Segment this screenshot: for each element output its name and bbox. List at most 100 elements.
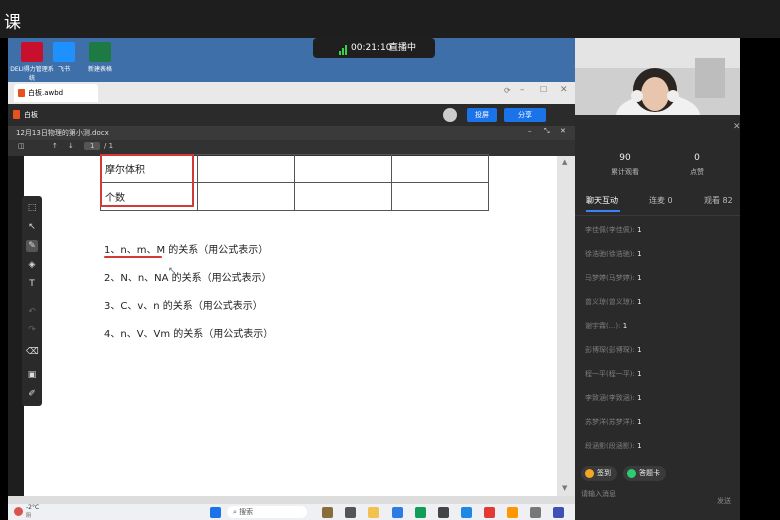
signin-icon (585, 469, 594, 478)
app-icon-camera[interactable] (530, 507, 541, 518)
undo-icon[interactable]: ↶ (26, 306, 38, 318)
document-title: 12月13日物理的第小测.docx (16, 129, 109, 137)
table-cell (197, 154, 295, 183)
send-button[interactable]: 发送 (717, 496, 731, 506)
signal-icon (339, 43, 348, 55)
signin-button[interactable]: 签到 (581, 466, 617, 481)
tab-chat[interactable]: 聊天互动 (586, 195, 618, 206)
question-2: 2、N、n、NA 的关系（用公式表示） (104, 273, 272, 284)
chat-message: 程一平(程一平): 1 (585, 370, 642, 378)
app-icon-taskview[interactable] (345, 507, 356, 518)
collapse-icon[interactable]: – (528, 127, 532, 135)
chat-message: 谢宇霖(...): 1 (585, 322, 628, 330)
chat-message: 李佳佩(李佳佩): 1 (585, 226, 642, 234)
table-cell (294, 182, 392, 211)
weather-sub: 阴 (26, 513, 32, 519)
page-up-icon[interactable]: ↑ (52, 142, 58, 150)
window-title: 课 (4, 13, 21, 33)
redo-icon[interactable]: ↷ (26, 324, 38, 336)
live-side-panel: ✕ 90 累计观看 0 点赞 聊天互动 连麦 0 观看 82 李佳佩(李佳佩):… (575, 115, 741, 520)
screen-share-button[interactable]: 投屏 (467, 108, 497, 122)
question-1: 1、n、m、M 的关系（用公式表示） (104, 245, 269, 256)
search-icon: ⌕ (233, 508, 237, 516)
start-icon[interactable] (210, 507, 221, 518)
chat-message: 李致涵(李致涵): 1 (585, 394, 642, 402)
message-input[interactable]: 请输入消息 (581, 489, 616, 499)
table-cell (391, 182, 489, 211)
scroll-down-icon[interactable]: ▼ (562, 484, 567, 492)
toolbox-icon[interactable]: ▣ (26, 369, 38, 381)
question-3: 3、C、v、n 的关系（用公式表示） (104, 301, 263, 312)
answer-card-icon (627, 469, 636, 478)
answer-card-button[interactable]: 答题卡 (623, 466, 666, 481)
app-logo-icon (13, 110, 20, 119)
shapes-icon[interactable]: ◈ (26, 259, 38, 271)
app-icon-settings[interactable] (438, 507, 449, 518)
page-number-input[interactable]: 1 (84, 142, 101, 150)
scroll-up-icon[interactable]: ▲ (562, 158, 567, 166)
app-icon-widgets[interactable] (322, 507, 333, 518)
taskbar: -2°C 阴 ⌕ 搜索 (8, 504, 575, 520)
black-margin (740, 38, 780, 520)
table-cell (391, 154, 489, 183)
minimize-icon[interactable]: – (520, 85, 525, 95)
live-status: 直播中 (389, 43, 417, 53)
share-button[interactable]: 分享 (504, 108, 546, 122)
live-time: 00:21:10 (351, 43, 392, 53)
chat-message: 苏梦洋(苏梦洋): 1 (585, 418, 642, 426)
app-icon-browser[interactable] (392, 507, 403, 518)
refresh-icon[interactable]: ⟳ (504, 86, 511, 95)
app-icon-edge[interactable] (415, 507, 426, 518)
vertical-scrollbar[interactable]: ▲ ▼ (557, 156, 575, 496)
tab-viewers[interactable]: 观看 82 (704, 195, 733, 206)
desktop-icon-excel[interactable]: 新建表格 (78, 42, 122, 73)
divider (575, 215, 740, 216)
file-icon (18, 89, 25, 97)
page-down-icon[interactable]: ↓ (68, 142, 74, 150)
annotation-underline (104, 256, 162, 258)
app-icon-explorer[interactable] (368, 507, 379, 518)
chat-message: 曾义琼(曾义琼): 1 (585, 298, 642, 306)
text-icon[interactable]: T (26, 278, 38, 290)
chat-message: 马梦婷(马梦婷): 1 (585, 274, 642, 282)
cursor-icon: ↖ (168, 266, 176, 276)
tab-active-indicator (586, 210, 620, 212)
document-title-bar: 12月13日物理的第小测.docx – ⤡ ✕ (8, 126, 575, 140)
eraser-icon[interactable]: ⌫ (26, 346, 39, 358)
horizontal-scrollbar[interactable] (8, 496, 575, 504)
table-cell (294, 154, 392, 183)
window-title-bar: 课 (0, 0, 780, 38)
pointer-icon[interactable]: ↖ (26, 221, 38, 233)
select-area-icon[interactable]: ⬚ (26, 202, 38, 214)
whiteboard-tool-bar: ⬚ ↖ ✎ ◈ T ↶ ↷ ⌫ ▣ ✐ (22, 196, 42, 406)
weather-temp: -2°C (26, 504, 40, 511)
tab-whiteboard[interactable]: 白板.awbd (14, 84, 98, 102)
app-icon-recorder[interactable] (507, 507, 518, 518)
close-icon[interactable]: ✕ (560, 85, 568, 95)
teacher-webcam-image (575, 38, 740, 115)
tab-mic[interactable]: 连麦 0 (649, 195, 673, 206)
tab-label: 白板.awbd (28, 89, 64, 97)
app-icon-office[interactable] (484, 507, 495, 518)
live-status-pill: 00:21:10 直播中 (313, 38, 435, 58)
edit-icon[interactable]: ✐ (26, 388, 38, 400)
page-total: / 1 (104, 142, 114, 150)
webcam-video (575, 38, 740, 115)
document-page: 摩尔体积 个数 1、n、m、M 的关系（用公式表示） 2、N、n、NA 的关系（… (24, 154, 557, 496)
chat-message: 彭博琛(彭博琛): 1 (585, 346, 642, 354)
annotation-red-box (100, 154, 194, 207)
close-doc-icon[interactable]: ✕ (560, 127, 566, 135)
taskbar-search[interactable]: ⌕ 搜索 (227, 506, 307, 518)
maximize-icon[interactable]: ☐ (540, 85, 547, 94)
app-icon-whiteboard[interactable] (553, 507, 564, 518)
app-icon-meeting[interactable] (461, 507, 472, 518)
desktop-background: DELI得力管理系统 飞书 新建表格 (8, 38, 575, 82)
chat-message: 段涵影(段涵影): 1 (585, 442, 642, 450)
avatar[interactable] (443, 108, 457, 122)
pen-icon[interactable]: ✎ (26, 240, 38, 252)
sidebar-toggle-icon[interactable]: ◫ (18, 142, 25, 150)
shrink-icon[interactable]: ⤡ (544, 127, 550, 136)
question-4: 4、n、V、Vm 的关系（用公式表示） (104, 329, 274, 340)
weather-icon (14, 507, 23, 516)
views-stat: 90 累计观看 (611, 153, 639, 176)
